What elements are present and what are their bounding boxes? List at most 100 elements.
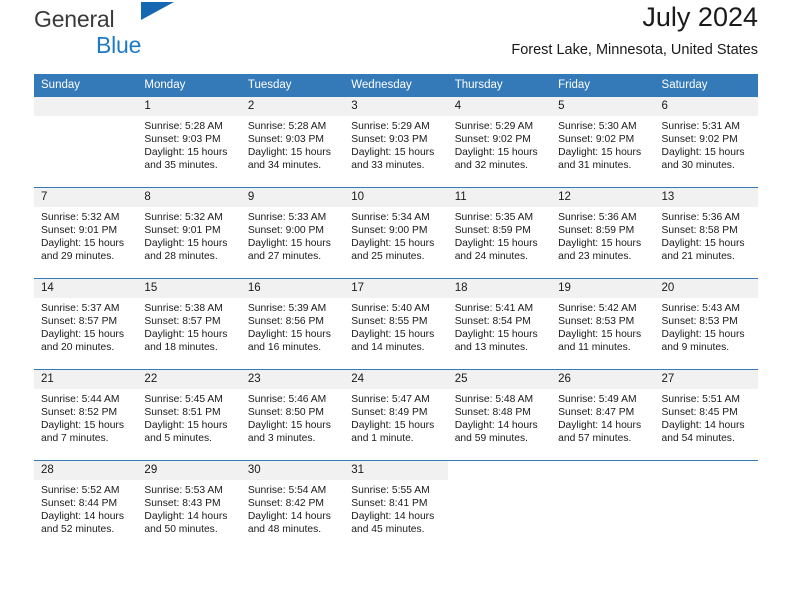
day-cell[interactable]: 2 Sunrise: 5:28 AM Sunset: 9:03 PM Daylight… xyxy=(240,97,345,187)
day-cell[interactable]: 6 Sunrise: 5:31 AM Sunset: 9:02 PM Daylight… xyxy=(654,97,758,187)
weekday-header-monday: Monday xyxy=(137,74,241,97)
day-cell[interactable]: 19 Sunrise: 5:42 AM Sunset: 8:53 PM Dayligh… xyxy=(551,279,655,369)
day-cell[interactable]: 29 Sunrise: 5:53 AM Sunset: 8:43 PM Dayligh… xyxy=(137,461,241,551)
calendar-cell xyxy=(447,460,552,551)
daylight-text: Daylight: 15 hours xyxy=(247,238,331,250)
sunset-text: Sunset: 8:58 PM xyxy=(661,225,738,237)
day-number: 3 xyxy=(344,97,448,116)
sunset-text: Sunset: 8:42 PM xyxy=(247,498,324,510)
day-cell[interactable]: 16 Sunrise: 5:39 AM Sunset: 8:56 PM Dayligh… xyxy=(240,279,345,369)
calendar-cell: 5 Sunrise: 5:30 AM Sunset: 9:02 PM Daylight… xyxy=(551,97,655,188)
sunrise-text: Sunrise: 5:44 AM xyxy=(41,394,120,405)
daylight-text: and 57 minutes. xyxy=(558,433,632,445)
day-cell[interactable]: 21 Sunrise: 5:44 AM Sunset: 8:52 PM Dayligh… xyxy=(34,370,138,460)
day-cell[interactable]: 5 Sunrise: 5:30 AM Sunset: 9:02 PM Daylight… xyxy=(551,97,655,187)
day-details: Sunrise: 5:51 AM Sunset: 8:45 PM Daylight:… xyxy=(655,389,758,445)
day-details: Sunrise: 5:37 AM Sunset: 8:57 PM Daylight:… xyxy=(34,298,137,354)
daylight-text: Daylight: 15 hours xyxy=(144,420,228,432)
daylight-text: Daylight: 15 hours xyxy=(661,329,745,341)
daylight-text: Daylight: 14 hours xyxy=(41,511,124,523)
calendar-body: 1 Sunrise: 5:28 AM Sunset: 9:03 PM Daylight… xyxy=(34,97,758,551)
day-cell[interactable]: 3 Sunrise: 5:29 AM Sunset: 9:03 PM Daylight… xyxy=(344,97,448,187)
day-cell[interactable]: 1 Sunrise: 5:28 AM Sunset: 9:03 PM Daylight… xyxy=(137,97,241,187)
daylight-text: and 30 minutes. xyxy=(661,160,735,172)
day-number: 28 xyxy=(34,461,138,480)
daylight-text: and 5 minutes. xyxy=(144,433,212,445)
day-number: 24 xyxy=(344,370,448,389)
calendar-cell: 13 Sunrise: 5:36 AM Sunset: 8:58 PM Dayligh… xyxy=(654,187,758,279)
sunset-text: Sunset: 8:55 PM xyxy=(351,316,428,328)
day-cell[interactable]: 23 Sunrise: 5:46 AM Sunset: 8:50 PM Dayligh… xyxy=(240,370,345,460)
title-block: July 2024 Forest Lake, Minnesota, United… xyxy=(511,0,758,58)
calendar-cell: 12 Sunrise: 5:36 AM Sunset: 8:59 PM Dayligh… xyxy=(551,187,655,279)
daylight-text: and 59 minutes. xyxy=(454,433,528,445)
day-number: 29 xyxy=(137,461,241,480)
day-cell[interactable]: 20 Sunrise: 5:43 AM Sunset: 8:53 PM Dayligh… xyxy=(654,279,758,369)
day-cell[interactable]: 13 Sunrise: 5:36 AM Sunset: 8:58 PM Dayligh… xyxy=(654,188,758,278)
day-details: Sunrise: 5:29 AM Sunset: 9:02 PM Daylight:… xyxy=(448,116,551,172)
day-details: Sunrise: 5:33 AM Sunset: 9:00 PM Daylight:… xyxy=(241,207,344,263)
day-number: 26 xyxy=(551,370,655,389)
day-cell[interactable]: 24 Sunrise: 5:47 AM Sunset: 8:49 PM Dayligh… xyxy=(344,370,448,460)
calendar-cell: 18 Sunrise: 5:41 AM Sunset: 8:54 PM Dayligh… xyxy=(447,278,552,370)
day-cell[interactable]: 11 Sunrise: 5:35 AM Sunset: 8:59 PM Dayligh… xyxy=(447,188,552,278)
calendar-week-row: 14 Sunrise: 5:37 AM Sunset: 8:57 PM Dayligh… xyxy=(34,278,758,370)
sunrise-text: Sunrise: 5:45 AM xyxy=(144,394,223,405)
weekday-header-sunday: Sunday xyxy=(34,74,138,97)
calendar-cell: 19 Sunrise: 5:42 AM Sunset: 8:53 PM Dayligh… xyxy=(551,278,655,370)
day-cell[interactable]: 14 Sunrise: 5:37 AM Sunset: 8:57 PM Dayligh… xyxy=(34,279,138,369)
weekday-header-thursday: Thursday xyxy=(447,74,552,97)
day-number: 20 xyxy=(654,279,758,298)
calendar-cell: 22 Sunrise: 5:45 AM Sunset: 8:51 PM Dayligh… xyxy=(137,369,241,461)
day-cell[interactable]: 7 Sunrise: 5:32 AM Sunset: 9:01 PM Daylight… xyxy=(34,188,138,278)
calendar-cell: 23 Sunrise: 5:46 AM Sunset: 8:50 PM Dayligh… xyxy=(240,369,345,461)
day-number: 6 xyxy=(654,97,758,116)
day-cell[interactable]: 30 Sunrise: 5:54 AM Sunset: 8:42 PM Dayligh… xyxy=(240,461,345,551)
location-subtitle: Forest Lake, Minnesota, United States xyxy=(511,42,758,59)
sunset-text: Sunset: 8:49 PM xyxy=(351,407,428,419)
day-details: Sunrise: 5:40 AM Sunset: 8:55 PM Daylight:… xyxy=(344,298,447,354)
sunset-text: Sunset: 9:03 PM xyxy=(247,134,324,146)
day-details: Sunrise: 5:36 AM Sunset: 8:58 PM Daylight:… xyxy=(655,207,758,263)
sunset-text: Sunset: 8:53 PM xyxy=(558,316,635,328)
calendar-cell: 3 Sunrise: 5:29 AM Sunset: 9:03 PM Daylight… xyxy=(344,97,448,188)
calendar-cell: 4 Sunrise: 5:29 AM Sunset: 9:02 PM Daylight… xyxy=(447,97,552,188)
day-cell[interactable]: 22 Sunrise: 5:45 AM Sunset: 8:51 PM Dayligh… xyxy=(137,370,241,460)
daylight-text: and 7 minutes. xyxy=(41,433,109,445)
day-cell[interactable]: 15 Sunrise: 5:38 AM Sunset: 8:57 PM Dayligh… xyxy=(137,279,241,369)
sunset-text: Sunset: 8:54 PM xyxy=(454,316,531,328)
daylight-text: Daylight: 15 hours xyxy=(351,420,435,432)
day-cell[interactable]: 31 Sunrise: 5:55 AM Sunset: 8:41 PM Dayligh… xyxy=(344,461,448,551)
day-cell[interactable]: 12 Sunrise: 5:36 AM Sunset: 8:59 PM Dayligh… xyxy=(551,188,655,278)
sunset-text: Sunset: 9:02 PM xyxy=(558,134,635,146)
sunrise-text: Sunrise: 5:54 AM xyxy=(247,485,327,496)
daylight-text: and 32 minutes. xyxy=(454,160,528,172)
day-details: Sunrise: 5:52 AM Sunset: 8:44 PM Daylight:… xyxy=(34,480,137,536)
day-cell[interactable]: 10 Sunrise: 5:34 AM Sunset: 9:00 PM Dayligh… xyxy=(344,188,448,278)
daylight-text: Daylight: 15 hours xyxy=(247,420,331,432)
daylight-text: Daylight: 15 hours xyxy=(144,329,228,341)
day-cell[interactable]: 9 Sunrise: 5:33 AM Sunset: 9:00 PM Daylight… xyxy=(240,188,345,278)
sunset-text: Sunset: 8:47 PM xyxy=(558,407,635,419)
day-cell[interactable]: 4 Sunrise: 5:29 AM Sunset: 9:02 PM Daylight… xyxy=(447,97,552,187)
day-cell[interactable]: 26 Sunrise: 5:49 AM Sunset: 8:47 PM Dayligh… xyxy=(551,370,655,460)
day-cell[interactable]: 17 Sunrise: 5:40 AM Sunset: 8:55 PM Dayligh… xyxy=(344,279,448,369)
daylight-text: Daylight: 15 hours xyxy=(454,238,538,250)
calendar-cell: 7 Sunrise: 5:32 AM Sunset: 9:01 PM Daylight… xyxy=(34,187,138,279)
day-cell[interactable]: 28 Sunrise: 5:52 AM Sunset: 8:44 PM Dayligh… xyxy=(34,461,138,551)
weekday-header-saturday: Saturday xyxy=(654,74,758,97)
day-cell[interactable]: 25 Sunrise: 5:48 AM Sunset: 8:48 PM Dayligh… xyxy=(447,370,552,460)
sunrise-text: Sunrise: 5:48 AM xyxy=(454,394,534,405)
general-blue-logo[interactable]: General Blue xyxy=(34,0,175,57)
page-header: General Blue July 2024 Forest Lake, Minn… xyxy=(34,0,758,74)
daylight-text: Daylight: 15 hours xyxy=(454,329,538,341)
sunrise-text: Sunrise: 5:46 AM xyxy=(247,394,327,405)
daylight-text: and 16 minutes. xyxy=(247,342,322,354)
daylight-text: and 31 minutes. xyxy=(558,160,632,172)
day-number: 5 xyxy=(551,97,655,116)
sunset-text: Sunset: 9:02 PM xyxy=(661,134,738,146)
calendar-cell: 16 Sunrise: 5:39 AM Sunset: 8:56 PM Dayligh… xyxy=(240,278,345,370)
day-cell[interactable]: 8 Sunrise: 5:32 AM Sunset: 9:01 PM Daylight… xyxy=(137,188,241,278)
day-cell[interactable]: 27 Sunrise: 5:51 AM Sunset: 8:45 PM Dayligh… xyxy=(654,370,758,460)
day-cell[interactable]: 18 Sunrise: 5:41 AM Sunset: 8:54 PM Dayligh… xyxy=(447,279,552,369)
